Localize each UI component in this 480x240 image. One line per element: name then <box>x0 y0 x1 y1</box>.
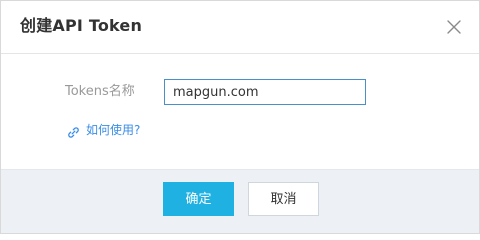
help-link[interactable]: 如何使用? <box>67 121 140 139</box>
token-name-label: Tokens名称 <box>65 84 135 99</box>
cancel-button[interactable]: 取消 <box>248 182 319 216</box>
dialog-title: 创建API Token <box>20 16 143 35</box>
close-icon[interactable] <box>445 18 463 36</box>
confirm-button[interactable]: 确定 <box>163 182 234 216</box>
help-link-label: 如何使用? <box>86 123 141 137</box>
dialog-footer <box>1 169 479 233</box>
dialog-header: 创建API Token <box>1 1 479 54</box>
create-api-token-dialog: 创建API Token Tokens名称 如何使用? <box>0 0 480 234</box>
link-icon <box>67 124 80 138</box>
token-name-input[interactable] <box>164 79 366 105</box>
